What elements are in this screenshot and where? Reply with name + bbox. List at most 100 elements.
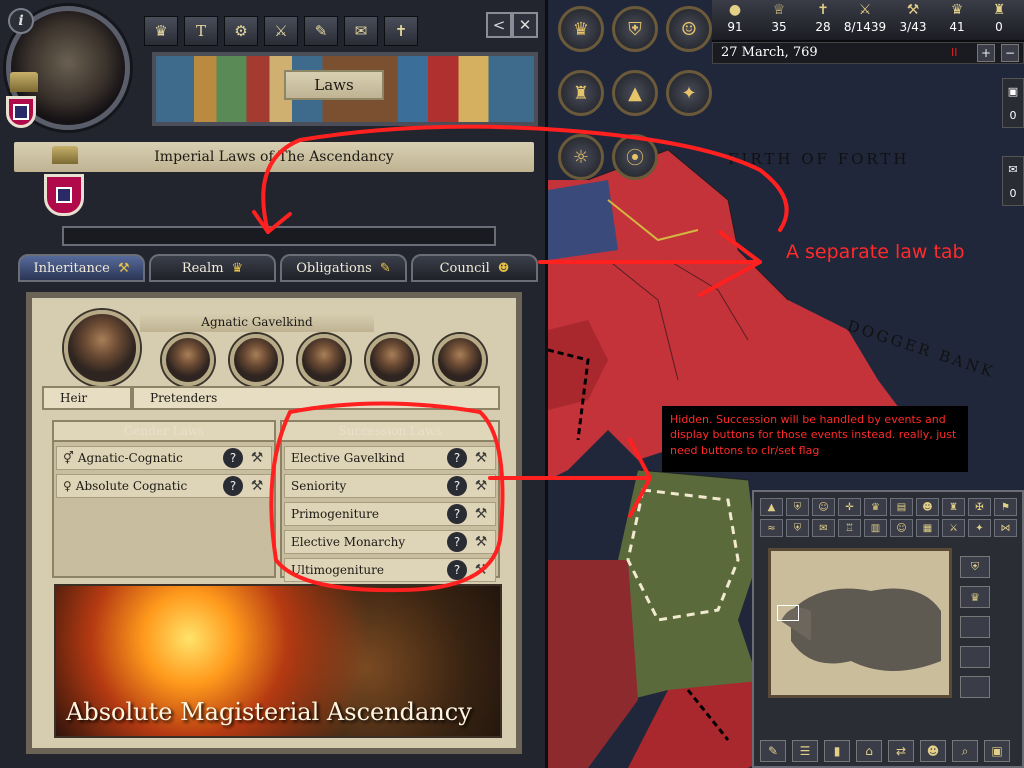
resource-levy[interactable]: ⚔ 8/1439 bbox=[840, 2, 890, 34]
speed-up-button[interactable]: + bbox=[977, 44, 995, 62]
gavel-icon[interactable]: ⚒ bbox=[471, 561, 491, 579]
mapmode-button[interactable]: ▦ bbox=[916, 519, 939, 537]
help-icon[interactable]: ? bbox=[447, 448, 467, 468]
crown-mapmode-button[interactable]: ♛ bbox=[558, 6, 604, 52]
mapmode-button[interactable]: ⚑ bbox=[994, 498, 1017, 516]
mapmode-button[interactable]: ✛ bbox=[838, 498, 861, 516]
resource-piety[interactable]: ✝ 28 bbox=[802, 2, 844, 34]
realm-coat-of-arms[interactable] bbox=[44, 174, 84, 216]
help-icon[interactable]: ? bbox=[447, 476, 467, 496]
resource-prestige[interactable]: ♕ 35 bbox=[758, 2, 800, 34]
law-seniority[interactable]: Seniority ? ⚒ bbox=[284, 474, 496, 498]
mapmode-button[interactable]: ☺ bbox=[890, 519, 913, 537]
mapmode-button[interactable]: ⚔ bbox=[942, 519, 965, 537]
search-button[interactable]: ⌕ bbox=[952, 740, 978, 762]
shield-mapmode-button[interactable]: ⛨ bbox=[612, 6, 658, 52]
terrain-mapmode-button[interactable]: ▲ bbox=[612, 70, 658, 116]
help-icon[interactable]: ? bbox=[447, 504, 467, 524]
lock-button[interactable]: ▣ bbox=[984, 740, 1010, 762]
info-button[interactable]: i bbox=[8, 8, 34, 34]
minimap-viewport[interactable] bbox=[777, 605, 799, 621]
mapmode-button[interactable]: ▤ bbox=[890, 498, 913, 516]
heir-tab[interactable]: Heir bbox=[42, 386, 132, 410]
gavel-icon[interactable]: ⚒ bbox=[471, 533, 491, 551]
side-chip-2[interactable]: ✉ 0 bbox=[1002, 156, 1024, 206]
minimap[interactable] bbox=[768, 548, 952, 698]
pretender-portrait[interactable] bbox=[434, 334, 486, 386]
empty-slot[interactable] bbox=[960, 676, 990, 698]
law-agnatic-cognatic[interactable]: ⚥ Agnatic-Cognatic ? ⚒ bbox=[56, 446, 272, 470]
home-button[interactable]: ⌂ bbox=[856, 740, 882, 762]
mapmode-button[interactable]: ⛨ bbox=[786, 519, 809, 537]
heir-portrait[interactable] bbox=[64, 310, 140, 386]
character-mapmode-button[interactable]: ☺ bbox=[666, 6, 712, 52]
empty-slot[interactable] bbox=[960, 616, 990, 638]
side-chip-1[interactable]: ▣ 0 bbox=[1002, 78, 1024, 128]
law-primogeniture[interactable]: Primogeniture ? ⚒ bbox=[284, 502, 496, 526]
quill-tab-button[interactable]: ✎ bbox=[304, 16, 338, 46]
crown-tab-button[interactable]: ♛ bbox=[144, 16, 178, 46]
religion-mapmode-button[interactable]: ☼ bbox=[558, 134, 604, 180]
stats-button[interactable]: ▮ bbox=[824, 740, 850, 762]
mapmode-button[interactable]: ♖ bbox=[838, 519, 861, 537]
gear-tab-button[interactable]: ⚙ bbox=[224, 16, 258, 46]
law-elective-monarchy[interactable]: Elective Monarchy ? ⚒ bbox=[284, 530, 496, 554]
mapmode-button[interactable]: ☺ bbox=[812, 498, 835, 516]
list-button[interactable]: ☰ bbox=[792, 740, 818, 762]
mapmode-button[interactable]: ⛨ bbox=[786, 498, 809, 516]
diplomacy-button[interactable]: ⇄ bbox=[888, 740, 914, 762]
pretender-portrait[interactable] bbox=[162, 334, 214, 386]
pretenders-tab[interactable]: Pretenders bbox=[132, 386, 500, 410]
tab-council[interactable]: Council ☻ bbox=[411, 254, 538, 282]
letter-tab-button[interactable]: ✉ bbox=[344, 16, 378, 46]
gavel-icon[interactable]: ⚒ bbox=[247, 449, 267, 467]
pretender-portrait[interactable] bbox=[298, 334, 350, 386]
castle-mapmode-button[interactable]: ♜ bbox=[558, 70, 604, 116]
culture-mapmode-button[interactable]: ✦ bbox=[666, 70, 712, 116]
mapmode-button[interactable]: ♛ bbox=[864, 498, 887, 516]
mapmode-button[interactable]: ▥ bbox=[864, 519, 887, 537]
mapmode-button[interactable]: ♜ bbox=[942, 498, 965, 516]
sword-tab-button[interactable]: ⚔ bbox=[264, 16, 298, 46]
pretender-portrait[interactable] bbox=[366, 334, 418, 386]
law-absolute-cognatic[interactable]: ♀ Absolute Cognatic ? ⚒ bbox=[56, 474, 272, 498]
help-icon[interactable]: ? bbox=[447, 560, 467, 580]
gavel-icon[interactable]: ⚒ bbox=[471, 477, 491, 495]
tab-obligations[interactable]: Obligations ✎ bbox=[280, 254, 407, 282]
resource-gold[interactable]: ● 91 bbox=[714, 2, 756, 34]
mapmode-button[interactable]: ✉ bbox=[812, 519, 835, 537]
crown-side-button[interactable]: ♛ bbox=[960, 586, 990, 608]
pretender-portrait[interactable] bbox=[230, 334, 282, 386]
close-button[interactable]: ✕ bbox=[512, 12, 538, 38]
hammer-tab-button[interactable]: T bbox=[184, 16, 218, 46]
trade-mapmode-button[interactable]: ⦿ bbox=[612, 134, 658, 180]
speed-down-button[interactable]: − bbox=[1001, 44, 1019, 62]
empty-slot[interactable] bbox=[960, 646, 990, 668]
tab-inheritance[interactable]: Inheritance ⚒ bbox=[18, 254, 145, 282]
resource-vassal-limit[interactable]: ♜ 0 bbox=[978, 2, 1020, 34]
mapmode-button[interactable]: ✠ bbox=[968, 498, 991, 516]
mapmode-button[interactable]: ✦ bbox=[968, 519, 991, 537]
resource-demesne[interactable]: ⚒ 3/43 bbox=[892, 2, 934, 34]
pause-icon[interactable]: II bbox=[951, 46, 958, 59]
back-button[interactable]: < bbox=[486, 12, 512, 38]
gavel-icon[interactable]: ⚒ bbox=[471, 449, 491, 467]
law-elective-gavelkind[interactable]: Elective Gavelkind ? ⚒ bbox=[284, 446, 496, 470]
court-button[interactable]: ☻ bbox=[920, 740, 946, 762]
tab-realm[interactable]: Realm ♛ bbox=[149, 254, 276, 282]
ledger-button[interactable]: ✎ bbox=[760, 740, 786, 762]
shield-side-button[interactable]: ⛨ bbox=[960, 556, 990, 578]
help-icon[interactable]: ? bbox=[223, 476, 243, 496]
gavel-icon[interactable]: ⚒ bbox=[471, 505, 491, 523]
mapmode-button[interactable]: ☻ bbox=[916, 498, 939, 516]
mapmode-button[interactable]: ▲ bbox=[760, 498, 783, 516]
cross-tab-button[interactable]: ✝ bbox=[384, 16, 418, 46]
resource-vassals[interactable]: ♛ 41 bbox=[936, 2, 978, 34]
ruler-coat-of-arms[interactable] bbox=[6, 96, 36, 128]
help-icon[interactable]: ? bbox=[447, 532, 467, 552]
gavel-icon[interactable]: ⚒ bbox=[247, 477, 267, 495]
mapmode-button[interactable]: ≈ bbox=[760, 519, 783, 537]
law-ultimogeniture[interactable]: Ultimogeniture ? ⚒ bbox=[284, 558, 496, 582]
mapmode-button[interactable]: ⋈ bbox=[994, 519, 1017, 537]
help-icon[interactable]: ? bbox=[223, 448, 243, 468]
